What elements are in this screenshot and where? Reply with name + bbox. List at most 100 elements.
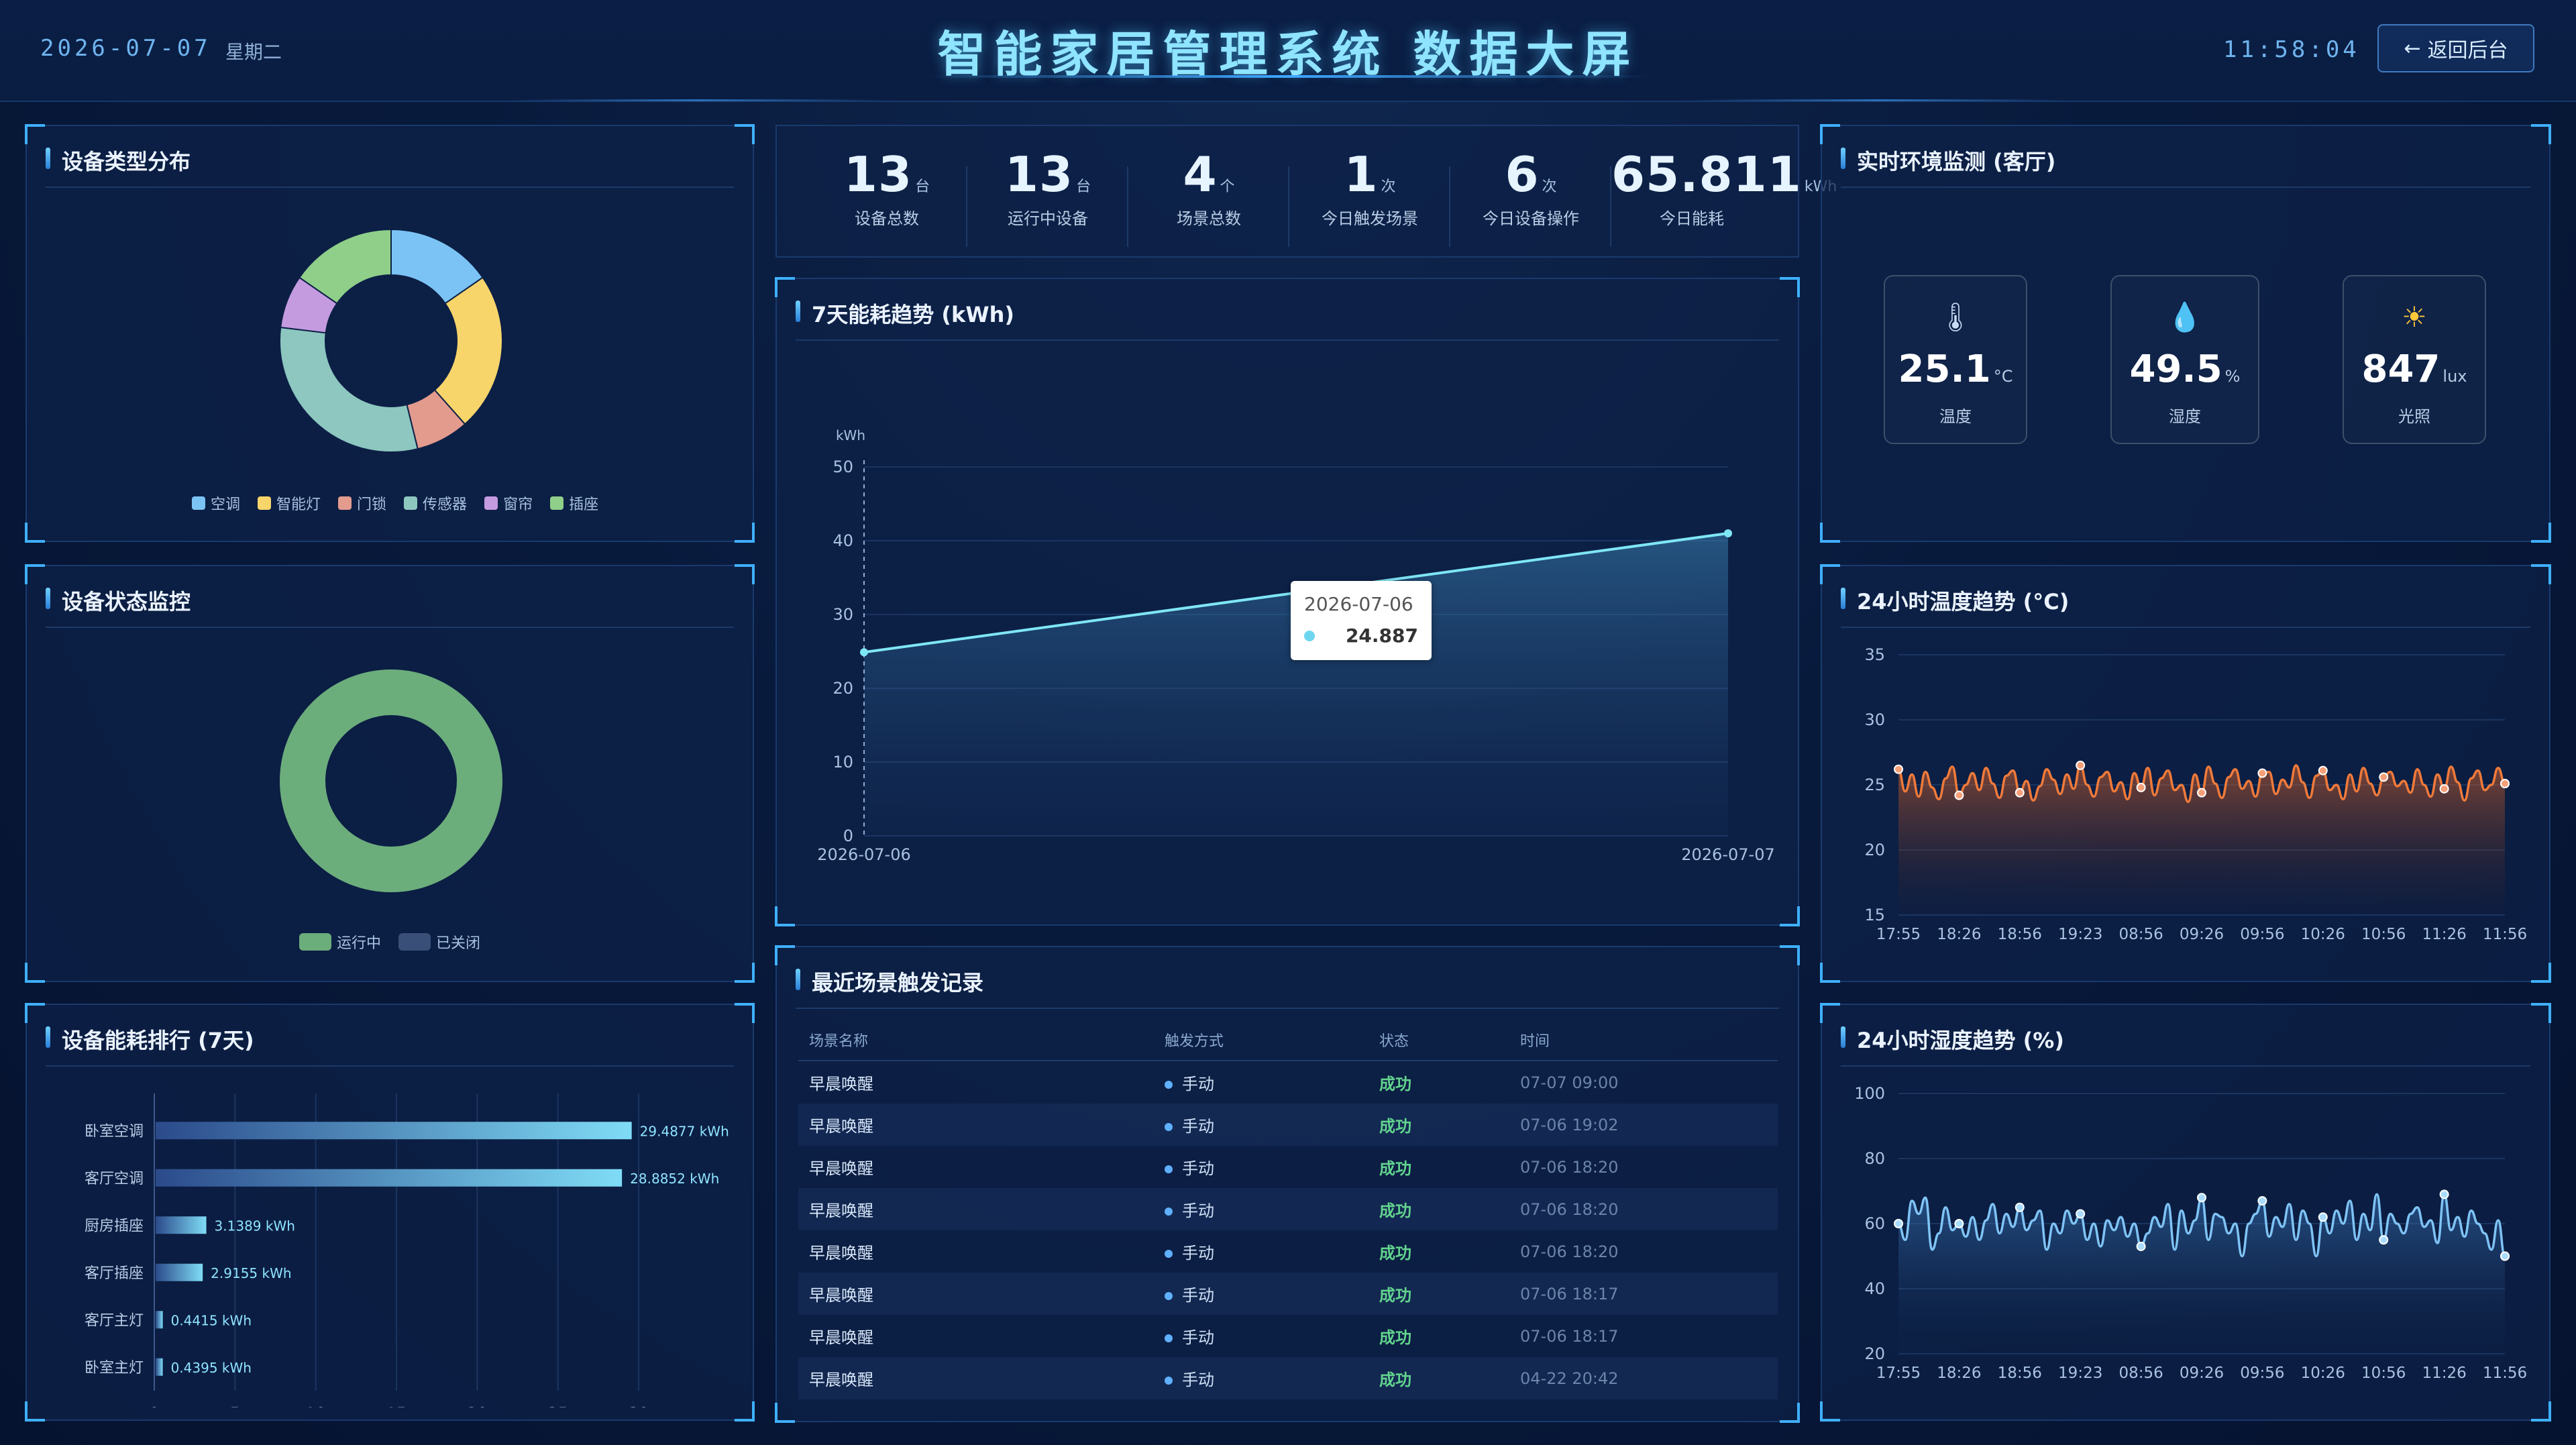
x-tick-label: 20 <box>467 1404 488 1407</box>
bar <box>156 1263 203 1281</box>
legend-item[interactable]: 门锁 <box>338 492 386 514</box>
table-header: 场景名称 触发方式 状态 时间 <box>798 1020 1778 1061</box>
cell-status: 成功 <box>1379 1201 1411 1220</box>
legend-item[interactable]: 智能灯 <box>258 492 321 514</box>
data-point <box>2318 765 2328 775</box>
x-tick-label: 19:23 <box>2058 1364 2102 1382</box>
legend-item[interactable]: 窗帘 <box>484 492 533 514</box>
legend-label: 智能灯 <box>276 496 321 513</box>
stat-value: 13 <box>1004 146 1074 203</box>
cell-trigger: 手动 <box>1165 1324 1214 1348</box>
stat-value: 6 <box>1505 146 1540 203</box>
legend-swatch <box>484 496 498 510</box>
device-status-legend: 运行中 已关闭 <box>299 931 480 953</box>
data-point <box>2318 1212 2328 1222</box>
y-tick-label: 20 <box>833 679 853 698</box>
bar-value-label: 0.4415 kWh <box>171 1312 252 1328</box>
y-axis-unit-label: kWh <box>836 427 865 443</box>
temperature-label: 温度 <box>1939 407 1972 426</box>
data-point <box>1894 1219 1903 1228</box>
data-point <box>2439 1189 2449 1199</box>
cell-trigger: 手动 <box>1165 1113 1214 1136</box>
bar-category-label: 客厅空调 <box>85 1171 144 1187</box>
stat-value: 65.811 <box>1611 146 1802 203</box>
cell-scene-name: 早晨唤醒 <box>809 1075 873 1093</box>
y-tick-label: 10 <box>833 753 853 771</box>
humidity-value: 49.5 <box>2129 347 2222 391</box>
temperature-card: 🌡 25.1 °C 温度 <box>1884 275 2027 444</box>
panel-title-scene-log: 最近场景触发记录 <box>796 966 983 997</box>
cell-time: 07-06 18:17 <box>1520 1326 1619 1346</box>
temperature-value: 25.1 <box>1898 347 1991 391</box>
tooltip-value: 24.887 <box>1345 625 1418 647</box>
energy-ranking-bar-chart: 0 5 10 15 20 25 30 卧室空调 29.4877 kWh 客厅空调 28.8852 k… <box>85 1093 729 1407</box>
table-body: 早晨唤醒 手动 成功 07-07 09:00 早晨唤醒 手动 成功 07-06 19:02 早晨… <box>798 1061 1778 1399</box>
trigger-dot-icon <box>1165 1165 1173 1173</box>
data-point <box>2136 1241 2146 1251</box>
data-point <box>1954 790 1964 800</box>
legend-item[interactable]: 空调 <box>192 492 240 514</box>
trigger-dot-icon <box>1165 1250 1173 1258</box>
y-tick-label: 40 <box>833 531 853 550</box>
back-button-label: 返回后台 <box>2427 39 2508 62</box>
cell-status: 成功 <box>1379 1371 1411 1389</box>
title-glow-line <box>926 75 1650 78</box>
data-point <box>2076 1209 2086 1219</box>
x-tick-label: 15 <box>386 1404 407 1407</box>
table-row[interactable]: 早晨唤醒 手动 成功 07-06 19:02 <box>798 1104 1778 1146</box>
cell-status: 成功 <box>1379 1117 1411 1136</box>
header-glow-right <box>1690 99 2066 101</box>
cell-trigger: 手动 <box>1165 1367 1214 1390</box>
legend-swatch <box>398 933 431 951</box>
x-tick-label: 10:56 <box>2361 1364 2406 1382</box>
legend-item[interactable]: 传感器 <box>404 492 467 514</box>
bar-value-label: 2.9155 kWh <box>211 1265 291 1281</box>
table-row[interactable]: 早晨唤醒 手动 成功 07-06 18:20 <box>798 1188 1778 1230</box>
x-tick-label: 18:56 <box>1998 1364 2042 1382</box>
table-row[interactable]: 早晨唤醒 手动 成功 04-22 20:42 <box>798 1357 1778 1399</box>
stat-unit: 个 <box>1220 178 1235 195</box>
legend-item[interactable]: 插座 <box>550 492 598 514</box>
x-tick-label: 09:56 <box>2240 1364 2284 1382</box>
x-tick-label: 19:23 <box>2058 926 2102 943</box>
cell-scene-name: 早晨唤醒 <box>809 1159 873 1178</box>
droplet-icon: 💧 <box>2167 301 2203 333</box>
stat-item: 4 个场景总数 <box>1128 146 1289 229</box>
header-bar: 2026-07-07 星期二 智能家居管理系统 数据大屏 11:58:04 ← … <box>0 0 2576 102</box>
data-point <box>2076 760 2086 770</box>
area-fill <box>1898 1194 2505 1354</box>
y-tick-label: 50 <box>833 458 853 476</box>
col-header-trigger: 触发方式 <box>1165 1033 1224 1050</box>
table-row[interactable]: 早晨唤醒 手动 成功 07-06 18:20 <box>798 1230 1778 1273</box>
table-row[interactable]: 早晨唤醒 手动 成功 07-06 18:17 <box>798 1273 1778 1315</box>
legend-item[interactable]: 已关闭 <box>398 931 480 953</box>
cell-trigger: 手动 <box>1165 1240 1214 1263</box>
scene-log-table: 场景名称 触发方式 状态 时间 早晨唤醒 手动 成功 07-07 09:00 早晨唤醒手… <box>798 1020 1778 1399</box>
stat-value: 4 <box>1183 146 1218 203</box>
bar <box>156 1169 623 1187</box>
legend-item[interactable]: 运行中 <box>299 931 381 953</box>
data-point <box>860 648 868 657</box>
legend-label: 空调 <box>211 496 241 513</box>
data-point <box>1894 764 1903 774</box>
x-tick-label: 11:56 <box>2483 926 2527 943</box>
stat-item: 1 次今日触发场景 <box>1289 146 1450 229</box>
table-row[interactable]: 早晨唤醒 手动 成功 07-06 18:17 <box>798 1315 1778 1357</box>
table-row[interactable]: 早晨唤醒 手动 成功 07-06 18:20 <box>798 1146 1778 1188</box>
cell-trigger-text: 手动 <box>1182 1244 1214 1263</box>
table-row[interactable]: 早晨唤醒 手动 成功 07-07 09:00 <box>798 1061 1778 1104</box>
legend-label: 插座 <box>569 496 599 513</box>
cell-time: 07-06 18:20 <box>1520 1242 1619 1261</box>
data-point <box>2197 788 2206 798</box>
data-point <box>2257 1196 2267 1206</box>
stat-label: 今日触发场景 <box>1322 209 1418 228</box>
trigger-dot-icon <box>1165 1377 1173 1385</box>
area-fill <box>864 533 1728 836</box>
data-point <box>2257 768 2267 778</box>
cell-time: 07-06 18:20 <box>1520 1157 1619 1177</box>
bar-category-label: 卧室空调 <box>85 1123 144 1140</box>
back-to-admin-button[interactable]: ← 返回后台 <box>2377 24 2534 72</box>
legend-label: 门锁 <box>357 496 387 513</box>
header-clock: 11:58:04 <box>2223 36 2360 63</box>
illuminance-value: 847 <box>2361 347 2440 391</box>
